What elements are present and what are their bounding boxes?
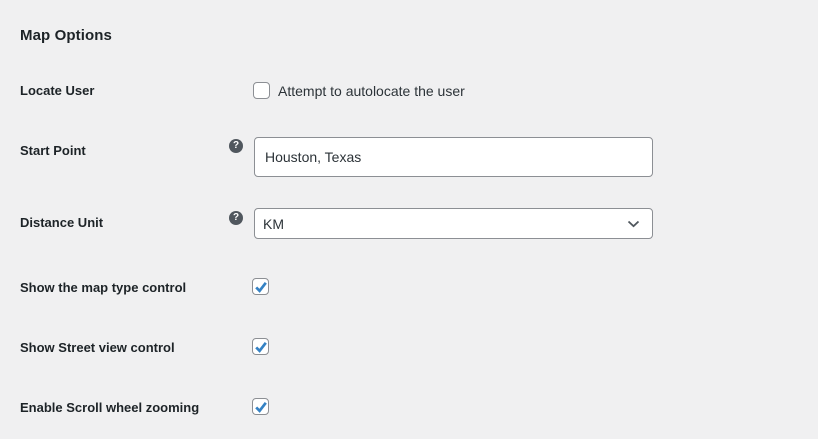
start-point-input[interactable] (254, 137, 653, 177)
map-options-panel: Map Options Locate User Attempt to autol… (0, 0, 818, 439)
checkmark-icon (254, 341, 267, 353)
show-street-view-control-label: Show Street view control (20, 340, 175, 355)
distance-unit-select[interactable]: KM (254, 208, 653, 239)
help-icon[interactable]: ? (229, 211, 243, 225)
scroll-wheel-zooming-checkbox[interactable] (252, 398, 269, 415)
enable-scroll-wheel-zooming-label: Enable Scroll wheel zooming (20, 400, 200, 415)
checkmark-icon (254, 281, 267, 293)
help-icon[interactable]: ? (229, 139, 243, 153)
autolocate-checkbox[interactable] (253, 82, 270, 99)
start-point-label: Start Point (20, 143, 86, 158)
street-view-control-checkbox[interactable] (252, 338, 269, 355)
autolocate-checkbox-label[interactable]: Attempt to autolocate the user (278, 83, 465, 99)
page-title: Map Options (20, 27, 112, 44)
distance-unit-label: Distance Unit (20, 215, 104, 230)
locate-user-label: Locate User (20, 83, 95, 98)
map-type-control-checkbox[interactable] (252, 278, 269, 295)
checkmark-icon (254, 401, 267, 413)
show-map-type-control-label: Show the map type control (20, 280, 187, 295)
